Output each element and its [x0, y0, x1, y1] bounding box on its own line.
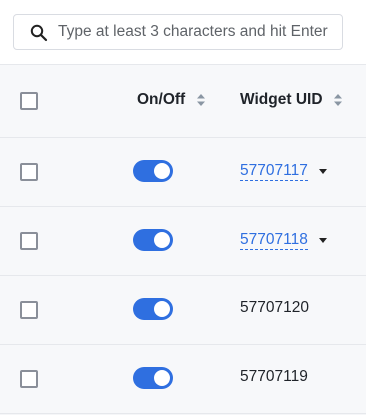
search-box[interactable]: [13, 14, 343, 50]
on-off-toggle[interactable]: [133, 298, 173, 320]
row-checkbox[interactable]: [20, 370, 38, 388]
search-input[interactable]: [58, 21, 338, 43]
row-checkbox[interactable]: [20, 232, 38, 250]
sort-icon[interactable]: [333, 93, 343, 107]
toggle-knob: [154, 163, 170, 179]
widget-table-screen: On/Off Widget UID 57707117: [0, 0, 366, 415]
widget-uid: 57707120: [240, 299, 309, 316]
caret-down-icon[interactable]: [319, 238, 327, 243]
on-off-toggle[interactable]: [133, 160, 173, 182]
row-checkbox[interactable]: [20, 301, 38, 319]
column-header-label: On/Off: [137, 91, 186, 108]
table-header-row: On/Off Widget UID: [0, 65, 366, 138]
toggle-knob: [154, 301, 170, 317]
column-header-on-off[interactable]: On/Off: [137, 91, 206, 109]
table-row: 57707117: [0, 138, 366, 207]
column-header-widget-uid[interactable]: Widget UID: [240, 91, 343, 109]
sort-icon[interactable]: [196, 93, 206, 107]
column-header-label: Widget UID: [240, 91, 323, 108]
search-bar: [0, 0, 366, 65]
search-icon: [30, 24, 48, 42]
on-off-toggle[interactable]: [133, 367, 173, 389]
widget-uid: 57707119: [240, 368, 308, 385]
widget-table: On/Off Widget UID 57707117 57707118 5770…: [0, 65, 366, 414]
select-all-checkbox[interactable]: [20, 92, 38, 110]
toggle-knob: [154, 232, 170, 248]
widget-uid-link[interactable]: 57707118: [240, 231, 308, 250]
table-row: 57707120: [0, 276, 366, 345]
table-row: 57707119: [0, 345, 366, 414]
on-off-toggle[interactable]: [133, 229, 173, 251]
widget-uid-link[interactable]: 57707117: [240, 162, 308, 181]
toggle-knob: [154, 370, 170, 386]
row-checkbox[interactable]: [20, 163, 38, 181]
table-row: 57707118: [0, 207, 366, 276]
caret-down-icon[interactable]: [319, 169, 327, 174]
